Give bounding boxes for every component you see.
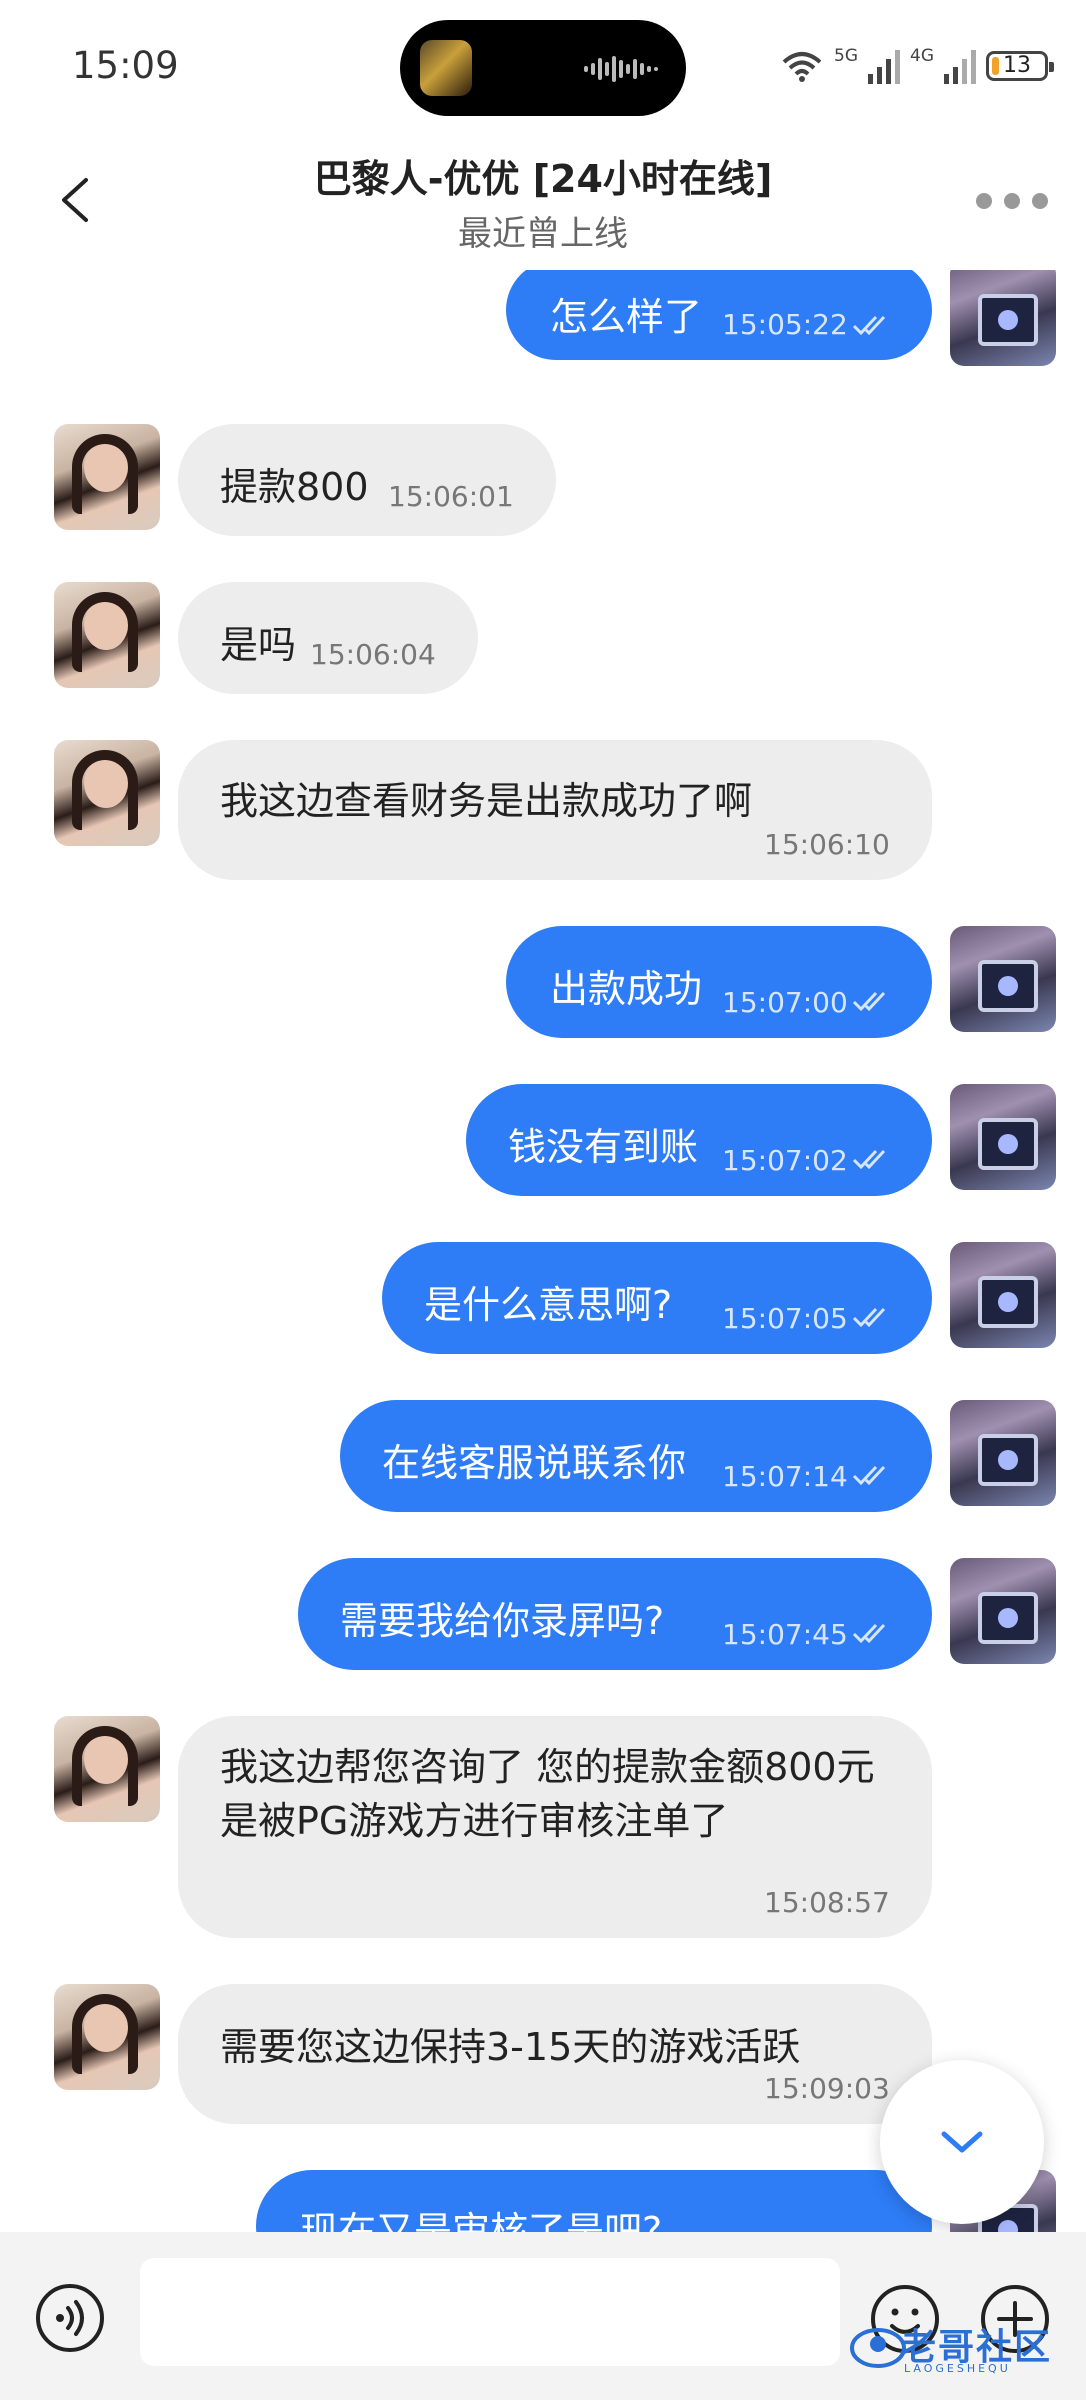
signal-bars-icon (868, 50, 900, 84)
read-check-icon (852, 1307, 886, 1328)
message-time: 15:06:01 (388, 480, 514, 513)
message-text: 怎么样了 (550, 295, 703, 339)
battery-indicator: 13 (986, 51, 1054, 81)
message-bubble[interactable]: 在线客服说联系你 15:07:14 (340, 1400, 932, 1512)
site-watermark: 老哥社区 LAOGESHEQU (848, 2310, 1078, 2390)
message-row: 是什么意思啊? 15:07:05 (0, 1242, 1086, 1354)
message-text: 是什么意思啊? (424, 1283, 673, 1327)
watermark-subtext: LAOGESHEQU (904, 2362, 1011, 2375)
message-list[interactable]: 怎么样了 15:05:22 提款800 15:06:01 是吗 15:06:04… (0, 270, 1086, 2232)
chat-header: 巴黎人-优优 [24小时在线] 最近曾上线 (0, 130, 1086, 270)
message-bubble[interactable]: 钱没有到账 15:07:02 (466, 1084, 932, 1196)
contact-avatar[interactable] (54, 1984, 160, 2090)
status-bar: 15:09 5G 4G 13 (0, 0, 1086, 130)
contact-avatar[interactable] (54, 1716, 160, 1822)
my-avatar[interactable] (950, 1558, 1056, 1664)
message-time: 15:08:57 (764, 1886, 890, 1919)
message-bubble[interactable]: 需要我给你录屏吗? 15:07:45 (298, 1558, 932, 1670)
voice-input-icon[interactable] (34, 2282, 106, 2354)
contact-avatar[interactable] (54, 424, 160, 530)
message-time: 15:07:14 (722, 1460, 848, 1493)
message-row: 需要我给你录屏吗? 15:07:45 (0, 1558, 1086, 1670)
watermark-logo-icon (850, 2328, 906, 2368)
message-bubble[interactable]: 怎么样了 15:05:22 (506, 270, 932, 360)
contact-name[interactable]: 巴黎人-优优 [24小时在线] (0, 148, 1086, 203)
message-bubble[interactable]: 是什么意思啊? 15:07:05 (382, 1242, 932, 1354)
message-text: 现在又是审核了是吧? (300, 2209, 663, 2232)
message-bubble[interactable]: 需要您这边保持3-15天的游戏活跃 15:09:03 (178, 1984, 932, 2124)
message-bubble[interactable]: 出款成功 15:07:00 (506, 926, 932, 1038)
message-time: 15:07:45 (722, 1618, 848, 1651)
message-row: 我这边帮您咨询了 您的提款金额800元是被PG游戏方进行审核注单了 15:08:… (0, 1716, 1086, 1942)
message-row: 提款800 15:06:01 (0, 424, 1086, 540)
message-bubble[interactable]: 我这边查看财务是出款成功了啊 15:06:10 (178, 740, 932, 880)
message-input[interactable] (140, 2258, 840, 2366)
signal-2-label: 4G (910, 46, 934, 66)
signal-bars-icon (944, 50, 976, 84)
message-time: 15:05:22 (722, 308, 848, 341)
wifi-icon (782, 52, 822, 82)
message-bubble[interactable]: 我这边帮您咨询了 您的提款金额800元是被PG游戏方进行审核注单了 15:08:… (178, 1716, 932, 1938)
dot-icon (1004, 193, 1020, 209)
message-bubble[interactable]: 现在又是审核了是吧? (256, 2170, 932, 2232)
message-text: 需要您这边保持3-15天的游戏活跃 (220, 2025, 801, 2069)
dynamic-island[interactable] (400, 20, 686, 116)
message-row: 钱没有到账 15:07:02 (0, 1084, 1086, 1196)
message-time: 15:06:04 (310, 638, 436, 671)
my-avatar[interactable] (950, 1400, 1056, 1506)
contact-avatar[interactable] (54, 740, 160, 846)
message-text: 提款800 (220, 465, 369, 509)
audio-wave-icon (584, 56, 658, 82)
message-text: 在线客服说联系你 (382, 1441, 687, 1485)
status-indicators: 5G 4G 13 (780, 46, 1054, 86)
input-bar: 老哥社区 LAOGESHEQU (0, 2232, 1086, 2400)
my-avatar[interactable] (950, 1242, 1056, 1348)
my-avatar[interactable] (950, 926, 1056, 1032)
message-time: 15:06:10 (764, 828, 890, 861)
message-text: 钱没有到账 (508, 1125, 699, 1169)
message-time: 15:07:02 (722, 1144, 848, 1177)
signal-1-label: 5G (834, 46, 858, 66)
read-check-icon (852, 315, 886, 336)
message-row: 怎么样了 15:05:22 (0, 270, 1086, 370)
message-row: 我这边查看财务是出款成功了啊 15:06:10 (0, 740, 1086, 882)
message-text: 我这边帮您咨询了 您的提款金额800元是被PG游戏方进行审核注单了 (220, 1745, 875, 1843)
message-bubble[interactable]: 提款800 15:06:01 (178, 424, 556, 536)
my-avatar[interactable] (950, 1084, 1056, 1190)
message-text: 需要我给你录屏吗? (340, 1599, 665, 1643)
read-check-icon (852, 991, 886, 1012)
message-text: 出款成功 (550, 967, 703, 1011)
chevron-down-icon (941, 2131, 983, 2153)
read-check-icon (852, 1465, 886, 1486)
contact-avatar[interactable] (54, 582, 160, 688)
message-time: 15:07:00 (722, 986, 848, 1019)
read-check-icon (852, 1623, 886, 1644)
my-avatar[interactable] (950, 270, 1056, 366)
dot-icon (1032, 193, 1048, 209)
more-options-button[interactable] (976, 186, 1050, 216)
game-app-icon (420, 40, 472, 96)
dot-icon (976, 193, 992, 209)
scroll-to-bottom-button[interactable] (880, 2060, 1044, 2224)
message-bubble[interactable]: 是吗 15:06:04 (178, 582, 478, 694)
battery-level: 13 (1003, 53, 1031, 78)
message-time: 15:07:05 (722, 1302, 848, 1335)
read-check-icon (852, 1149, 886, 1170)
message-row: 是吗 15:06:04 (0, 582, 1086, 698)
last-seen-status: 最近曾上线 (458, 214, 628, 254)
message-text: 我这边查看财务是出款成功了啊 (220, 779, 753, 823)
message-text: 是吗 (220, 623, 297, 667)
message-time: 15:09:03 (764, 2072, 890, 2105)
status-time: 15:09 (72, 44, 179, 87)
message-row: 在线客服说联系你 15:07:14 (0, 1400, 1086, 1512)
message-row: 出款成功 15:07:00 (0, 926, 1086, 1038)
